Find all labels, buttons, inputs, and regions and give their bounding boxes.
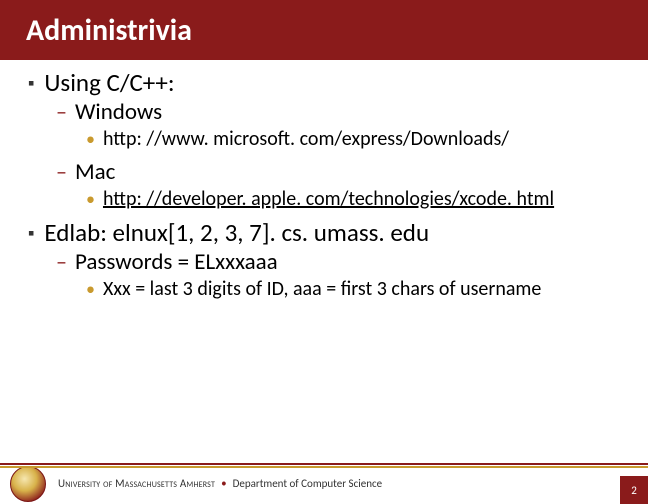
bullet-text: Xxx = last 3 digits of ID, aaa = first 3… bbox=[103, 276, 541, 302]
bullet-l3-icon: • bbox=[86, 276, 95, 302]
footer-text: University of Massachusetts Amherst • De… bbox=[58, 477, 382, 490]
title-bar: Administrivia bbox=[0, 0, 648, 60]
bullet-text: Windows bbox=[75, 98, 162, 126]
department-name: Department of Computer Science bbox=[233, 477, 383, 490]
bullet-item: – Mac • http: //developer. apple. com/te… bbox=[56, 158, 620, 212]
slide-body: ▪ Using C/C++: – Windows • bbox=[0, 60, 648, 302]
bullet-item: – Passwords = ELxxxaaa • Xxx = last 3 di… bbox=[56, 248, 620, 302]
bullet-text: Edlab: elnux[1, 2, 3, 7]. cs. umass. edu bbox=[44, 218, 429, 248]
slide-title: Administrivia bbox=[26, 12, 192, 49]
bullet-l2-icon: – bbox=[56, 98, 67, 126]
bullet-l3-icon: • bbox=[86, 186, 95, 212]
university-name: University of Massachusetts Amherst bbox=[58, 477, 215, 490]
bullet-l1-icon: ▪ bbox=[28, 218, 34, 248]
university-seal-icon bbox=[10, 466, 46, 502]
bullet-l3-icon: • bbox=[86, 126, 95, 152]
bullet-text: Mac bbox=[75, 158, 115, 186]
bullet-l2-icon: – bbox=[56, 158, 67, 186]
bullet-item: • http: //www. microsoft. com/express/Do… bbox=[86, 126, 620, 152]
slide: Administrivia ▪ Using C/C++: – Windows bbox=[0, 0, 648, 504]
bullet-l1-icon: ▪ bbox=[28, 68, 34, 98]
page-number: 2 bbox=[620, 476, 648, 504]
bullet-text: Passwords = ELxxxaaa bbox=[75, 248, 278, 276]
bullet-item: – Windows • http: //www. microsoft. com/… bbox=[56, 98, 620, 152]
bullet-text: http: //www. microsoft. com/express/Down… bbox=[103, 126, 509, 152]
bullet-text: Using C/C++: bbox=[44, 68, 174, 98]
bullet-link[interactable]: http: //developer. apple. com/technologi… bbox=[103, 186, 554, 212]
bullet-item: ▪ Edlab: elnux[1, 2, 3, 7]. cs. umass. e… bbox=[28, 218, 620, 302]
bullet-item: • Xxx = last 3 digits of ID, aaa = first… bbox=[86, 276, 620, 302]
bullet-l2-icon: – bbox=[56, 248, 67, 276]
separator-icon: • bbox=[221, 477, 226, 490]
footer: University of Massachusetts Amherst • De… bbox=[0, 460, 648, 504]
footer-stripe bbox=[0, 463, 648, 468]
bullet-item: • http: //developer. apple. com/technolo… bbox=[86, 186, 620, 212]
bullet-item: ▪ Using C/C++: – Windows • bbox=[28, 68, 620, 212]
